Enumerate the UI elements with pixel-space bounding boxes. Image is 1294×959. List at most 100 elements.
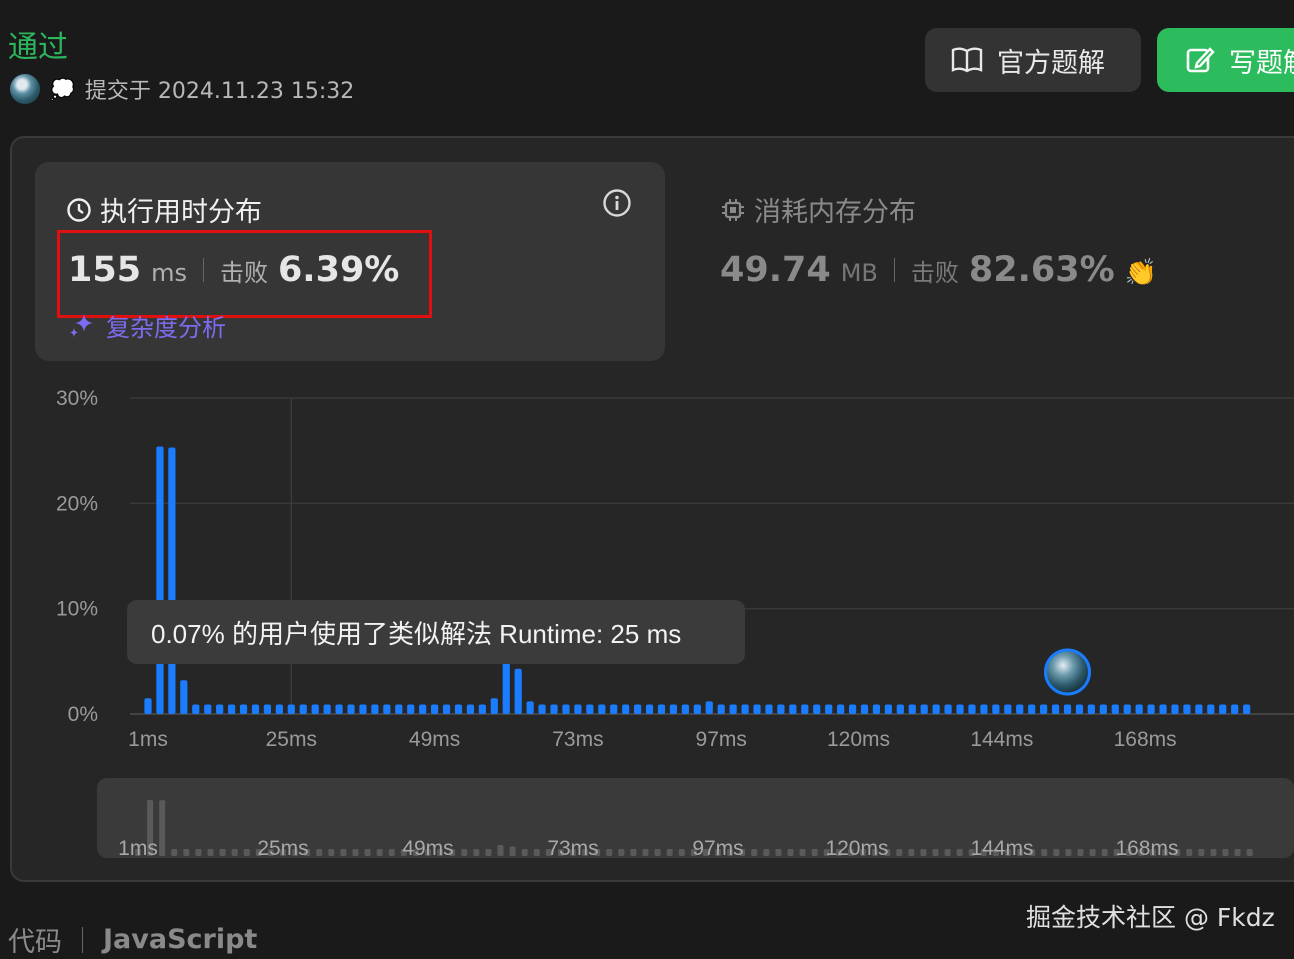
bar[interactable] xyxy=(634,704,642,714)
bar[interactable] xyxy=(1171,704,1179,714)
avatar[interactable] xyxy=(10,74,40,104)
range-brush[interactable]: 1ms 25ms 49ms 73ms 97ms 120ms 144ms 168ms xyxy=(97,778,1294,858)
bar[interactable] xyxy=(837,704,845,714)
bar[interactable] xyxy=(956,704,964,714)
bar[interactable] xyxy=(1075,704,1084,714)
bar[interactable] xyxy=(502,661,510,714)
bar[interactable] xyxy=(1063,704,1072,714)
bar[interactable] xyxy=(550,704,558,714)
bar[interactable] xyxy=(514,668,522,714)
write-solution-button[interactable]: 写题解 xyxy=(1157,28,1294,92)
bar[interactable] xyxy=(251,704,260,714)
bar[interactable] xyxy=(311,704,319,714)
bar[interactable] xyxy=(968,704,976,714)
bar[interactable] xyxy=(1183,704,1191,714)
info-icon[interactable] xyxy=(602,188,632,218)
bar[interactable] xyxy=(204,704,212,714)
bar[interactable] xyxy=(359,704,367,714)
bar[interactable] xyxy=(908,704,916,714)
bar[interactable] xyxy=(741,704,749,714)
memory-title[interactable]: 消耗内存分布 xyxy=(720,190,916,229)
bar[interactable] xyxy=(705,701,713,714)
bar[interactable] xyxy=(992,704,1000,714)
bar[interactable] xyxy=(371,704,379,714)
bar[interactable] xyxy=(454,704,463,714)
bar[interactable] xyxy=(144,698,152,714)
bar[interactable] xyxy=(526,701,534,714)
bar[interactable] xyxy=(1087,704,1095,714)
bar[interactable] xyxy=(239,704,248,714)
bar[interactable] xyxy=(729,704,737,714)
bar[interactable] xyxy=(192,704,200,714)
bar[interactable] xyxy=(1099,704,1107,714)
bar[interactable] xyxy=(180,680,188,714)
bar[interactable] xyxy=(538,704,546,714)
bar[interactable] xyxy=(920,704,928,714)
comment-icon[interactable]: 💭 xyxy=(50,77,75,101)
bar[interactable] xyxy=(1135,704,1143,714)
bar[interactable] xyxy=(657,704,666,714)
bar[interactable] xyxy=(407,704,415,714)
bar[interactable] xyxy=(156,446,164,714)
bar[interactable] xyxy=(395,704,403,714)
user-position-marker[interactable] xyxy=(1044,648,1092,696)
bar[interactable] xyxy=(574,704,582,714)
bar[interactable] xyxy=(216,704,224,714)
bar[interactable] xyxy=(1207,704,1215,714)
bar[interactable] xyxy=(622,704,630,714)
bar[interactable] xyxy=(813,704,821,714)
bar[interactable] xyxy=(1159,704,1167,714)
bar[interactable] xyxy=(789,704,797,714)
bar[interactable] xyxy=(227,704,236,714)
bar[interactable] xyxy=(586,704,594,714)
bar[interactable] xyxy=(168,447,176,714)
bar[interactable] xyxy=(1219,704,1227,714)
bar[interactable] xyxy=(1028,704,1036,714)
bar[interactable] xyxy=(263,704,272,714)
bar[interactable] xyxy=(872,704,881,714)
bar[interactable] xyxy=(299,704,307,714)
bar[interactable] xyxy=(932,704,940,714)
bar[interactable] xyxy=(681,704,689,714)
bar[interactable] xyxy=(717,704,725,714)
bar[interactable] xyxy=(1123,704,1131,714)
bar[interactable] xyxy=(1004,704,1012,714)
complexity-analysis-link[interactable]: 复杂度分析 xyxy=(68,308,226,343)
bar[interactable] xyxy=(275,704,283,714)
bar[interactable] xyxy=(777,704,785,714)
bar[interactable] xyxy=(645,704,654,714)
bar[interactable] xyxy=(610,704,618,714)
bar[interactable] xyxy=(1040,704,1048,714)
bar[interactable] xyxy=(347,704,355,714)
bar[interactable] xyxy=(848,704,857,714)
bar[interactable] xyxy=(1051,704,1060,714)
bar[interactable] xyxy=(323,704,331,714)
bar[interactable] xyxy=(335,704,343,714)
bar[interactable] xyxy=(466,704,475,714)
bar[interactable] xyxy=(419,704,427,714)
bar[interactable] xyxy=(1111,704,1119,714)
bar[interactable] xyxy=(478,704,486,714)
bar[interactable] xyxy=(1016,704,1024,714)
bar[interactable] xyxy=(431,704,439,714)
bar[interactable] xyxy=(287,704,295,714)
bar[interactable] xyxy=(669,704,678,714)
bar[interactable] xyxy=(1231,704,1239,714)
bar[interactable] xyxy=(1147,704,1155,714)
bar[interactable] xyxy=(765,704,773,714)
bar[interactable] xyxy=(383,704,391,714)
bar[interactable] xyxy=(944,704,952,714)
bar[interactable] xyxy=(598,704,606,714)
bar[interactable] xyxy=(884,704,892,714)
bar[interactable] xyxy=(753,704,761,714)
bar[interactable] xyxy=(1195,704,1203,714)
bar[interactable] xyxy=(442,704,451,714)
bar[interactable] xyxy=(693,704,701,714)
bar[interactable] xyxy=(860,704,869,714)
bar[interactable] xyxy=(1243,704,1251,714)
bar[interactable] xyxy=(490,698,498,714)
official-solution-button[interactable]: 官方题解 xyxy=(925,28,1141,92)
runtime-distribution-chart[interactable]: 0% 10% 20% 30% 1ms 25ms 49ms 73ms 97ms 120ms 144ms… xyxy=(0,380,1294,770)
bar[interactable] xyxy=(562,704,570,714)
bar[interactable] xyxy=(825,704,833,714)
